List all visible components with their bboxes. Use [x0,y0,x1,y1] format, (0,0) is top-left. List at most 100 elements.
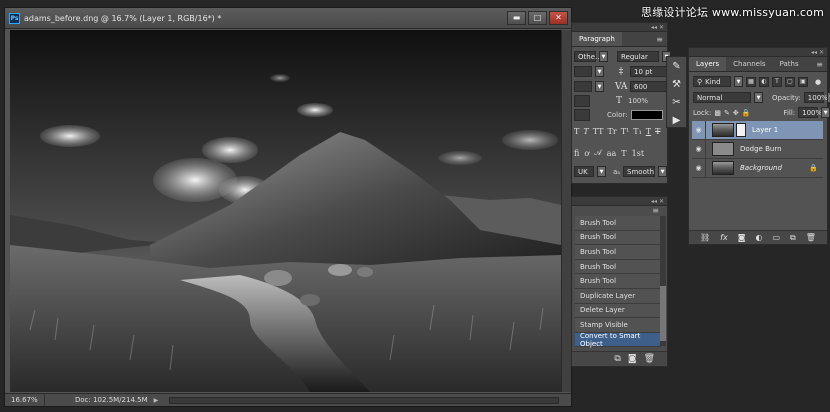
ligature-icon[interactable]: fi [574,149,579,158]
stylistic-icon[interactable]: aa [607,149,617,158]
status-menu-arrow-icon[interactable]: ▶ [154,397,159,404]
tab-paragraph[interactable]: Paragraph [572,32,622,46]
panel-collapse-bar[interactable]: ◂◂ ✕ [572,197,667,206]
mask-icon[interactable]: ◙ [738,233,746,242]
horizontal-scrollbar[interactable] [169,396,559,404]
filter-shape-icon[interactable]: ▢ [785,76,795,87]
font-size-dropdown[interactable]: ▼ [595,66,604,77]
adjustment-icon[interactable]: ◐ [755,233,762,242]
history-scroll-thumb[interactable] [660,286,666,341]
history-item[interactable]: Duplicate Layer [575,288,661,304]
panel-menu-icon[interactable]: ≡ [816,60,823,69]
filter-pixel-icon[interactable]: ▦ [746,76,756,87]
kerning-field[interactable] [574,81,592,92]
image-canvas[interactable] [10,30,561,392]
text-color-swatch[interactable] [630,110,663,120]
lock-all-icon[interactable]: 🔒 [742,109,751,117]
blend-mode-dropdown[interactable]: ▼ [754,92,763,103]
layer-thumbnail[interactable] [712,142,734,156]
panel-collapse-bar[interactable]: ◂◂ ✕ [572,23,667,32]
kerning-dropdown[interactable]: ▼ [595,81,604,92]
opacity-field[interactable]: 100% [803,92,828,103]
font-family-field[interactable]: Othe... [574,51,602,62]
underline-button[interactable]: T [646,127,651,136]
swash-icon[interactable]: 𝒜 [594,148,602,158]
clone-source-icon[interactable]: ✂ [669,96,684,110]
history-item[interactable]: Delete Layer [575,303,661,319]
panel-menu-icon[interactable]: ≡ [652,206,659,215]
tab-layers[interactable]: Layers [689,57,727,71]
subscript-button[interactable]: T₁ [633,127,642,136]
link-icon[interactable]: ⛓ [700,233,710,242]
layer-row[interactable]: ◉ Background 🔒 [692,159,823,178]
new-document-from-state-icon[interactable]: ⧉ [614,354,620,364]
visibility-eye-icon[interactable]: ◉ [692,140,706,158]
superscript-button[interactable]: T¹ [621,127,630,136]
history-item[interactable]: Brush Tool [575,259,661,275]
filter-toggle-icon[interactable]: ● [815,78,821,86]
filter-type-icon[interactable]: T [772,76,782,87]
document-titlebar[interactable]: Ps adams_before.dng @ 16.7% (Layer 1, RG… [5,8,571,29]
fx-icon[interactable]: fx [720,233,728,242]
fill-dropdown[interactable]: ▼ [821,107,830,118]
strikethrough-button[interactable]: T [655,127,660,136]
panel-menu-icon[interactable]: ≡ [656,35,663,44]
lock-transparent-icon[interactable]: ▩ [714,109,721,117]
vertical-scale-value[interactable]: 100% [628,97,648,105]
antialias-dropdown[interactable]: ▼ [658,166,668,177]
group-icon[interactable]: ▭ [772,233,780,242]
trash-icon[interactable]: 🗑 [644,354,655,364]
faux-bold-button[interactable]: T [574,127,579,136]
layer-name[interactable]: Dodge Burn [740,145,782,153]
history-scrollbar[interactable] [660,216,666,346]
all-caps-button[interactable]: TT [593,127,604,136]
titling-icon[interactable]: T [621,149,626,158]
lock-image-icon[interactable]: ✎ [724,109,730,117]
font-size-field[interactable] [574,66,592,77]
history-item[interactable]: Convert to Smart Object [575,332,661,348]
close-button[interactable]: ✕ [549,11,568,25]
history-item[interactable]: Brush Tool [575,230,661,246]
language-dropdown[interactable]: ▼ [597,166,606,177]
filter-kind-dropdown[interactable]: ▼ [734,76,743,87]
language-field[interactable]: UK [574,166,594,177]
trash-icon[interactable]: 🗑 [806,233,816,242]
tool-presets-icon[interactable]: ⚒ [669,78,684,92]
baseline-swatch[interactable] [574,109,590,121]
panel-collapse-bar[interactable]: ◂◂ ✕ [689,48,827,57]
leading-field[interactable]: 10 pt [630,66,668,77]
faux-italic-button[interactable]: T [583,127,588,136]
layer-row[interactable]: ◉ Layer 1 [692,121,823,140]
font-style-field[interactable]: Regular [617,51,659,62]
vertical-scrollbar[interactable] [561,30,571,392]
layer-name[interactable]: Layer 1 [752,126,778,134]
small-caps-button[interactable]: Tr [608,127,617,136]
history-item[interactable]: Stamp Visible [575,318,661,333]
layer-thumbnail[interactable] [712,123,734,137]
history-item[interactable]: Brush Tool [575,274,661,289]
new-layer-icon[interactable]: ⧉ [790,233,796,243]
filter-adjustment-icon[interactable]: ◐ [759,76,769,87]
visibility-eye-icon[interactable]: ◉ [692,159,706,177]
brush-presets-icon[interactable]: ✎ [669,60,684,74]
oldstyle-icon[interactable]: ơ [584,149,589,158]
vertical-scale-swatch[interactable] [574,95,590,107]
font-family-dropdown[interactable]: ▼ [599,51,608,62]
history-item[interactable]: Brush Tool [575,216,661,231]
minimize-button[interactable]: ▬ [507,11,526,25]
ordinal-icon[interactable]: 1st [632,149,644,158]
tab-paths[interactable]: Paths [773,57,806,71]
maximize-button[interactable]: □ [528,11,547,25]
filter-smart-icon[interactable]: ▣ [798,76,808,87]
layer-thumbnail[interactable] [712,161,734,175]
layer-row[interactable]: ◉ Dodge Burn [692,140,823,159]
history-item[interactable]: Brush Tool [575,245,661,260]
actions-icon[interactable]: ▶ [669,113,684,127]
zoom-field[interactable]: 16.67% [5,394,45,406]
layer-filter-kind[interactable]: ⚲ Kind [693,76,731,87]
lock-position-icon[interactable]: ✥ [733,109,739,117]
visibility-eye-icon[interactable]: ◉ [692,121,706,139]
tracking-field[interactable]: 600 [630,81,668,92]
layer-mask-thumbnail[interactable] [736,123,746,137]
layer-name[interactable]: Background [740,164,782,172]
